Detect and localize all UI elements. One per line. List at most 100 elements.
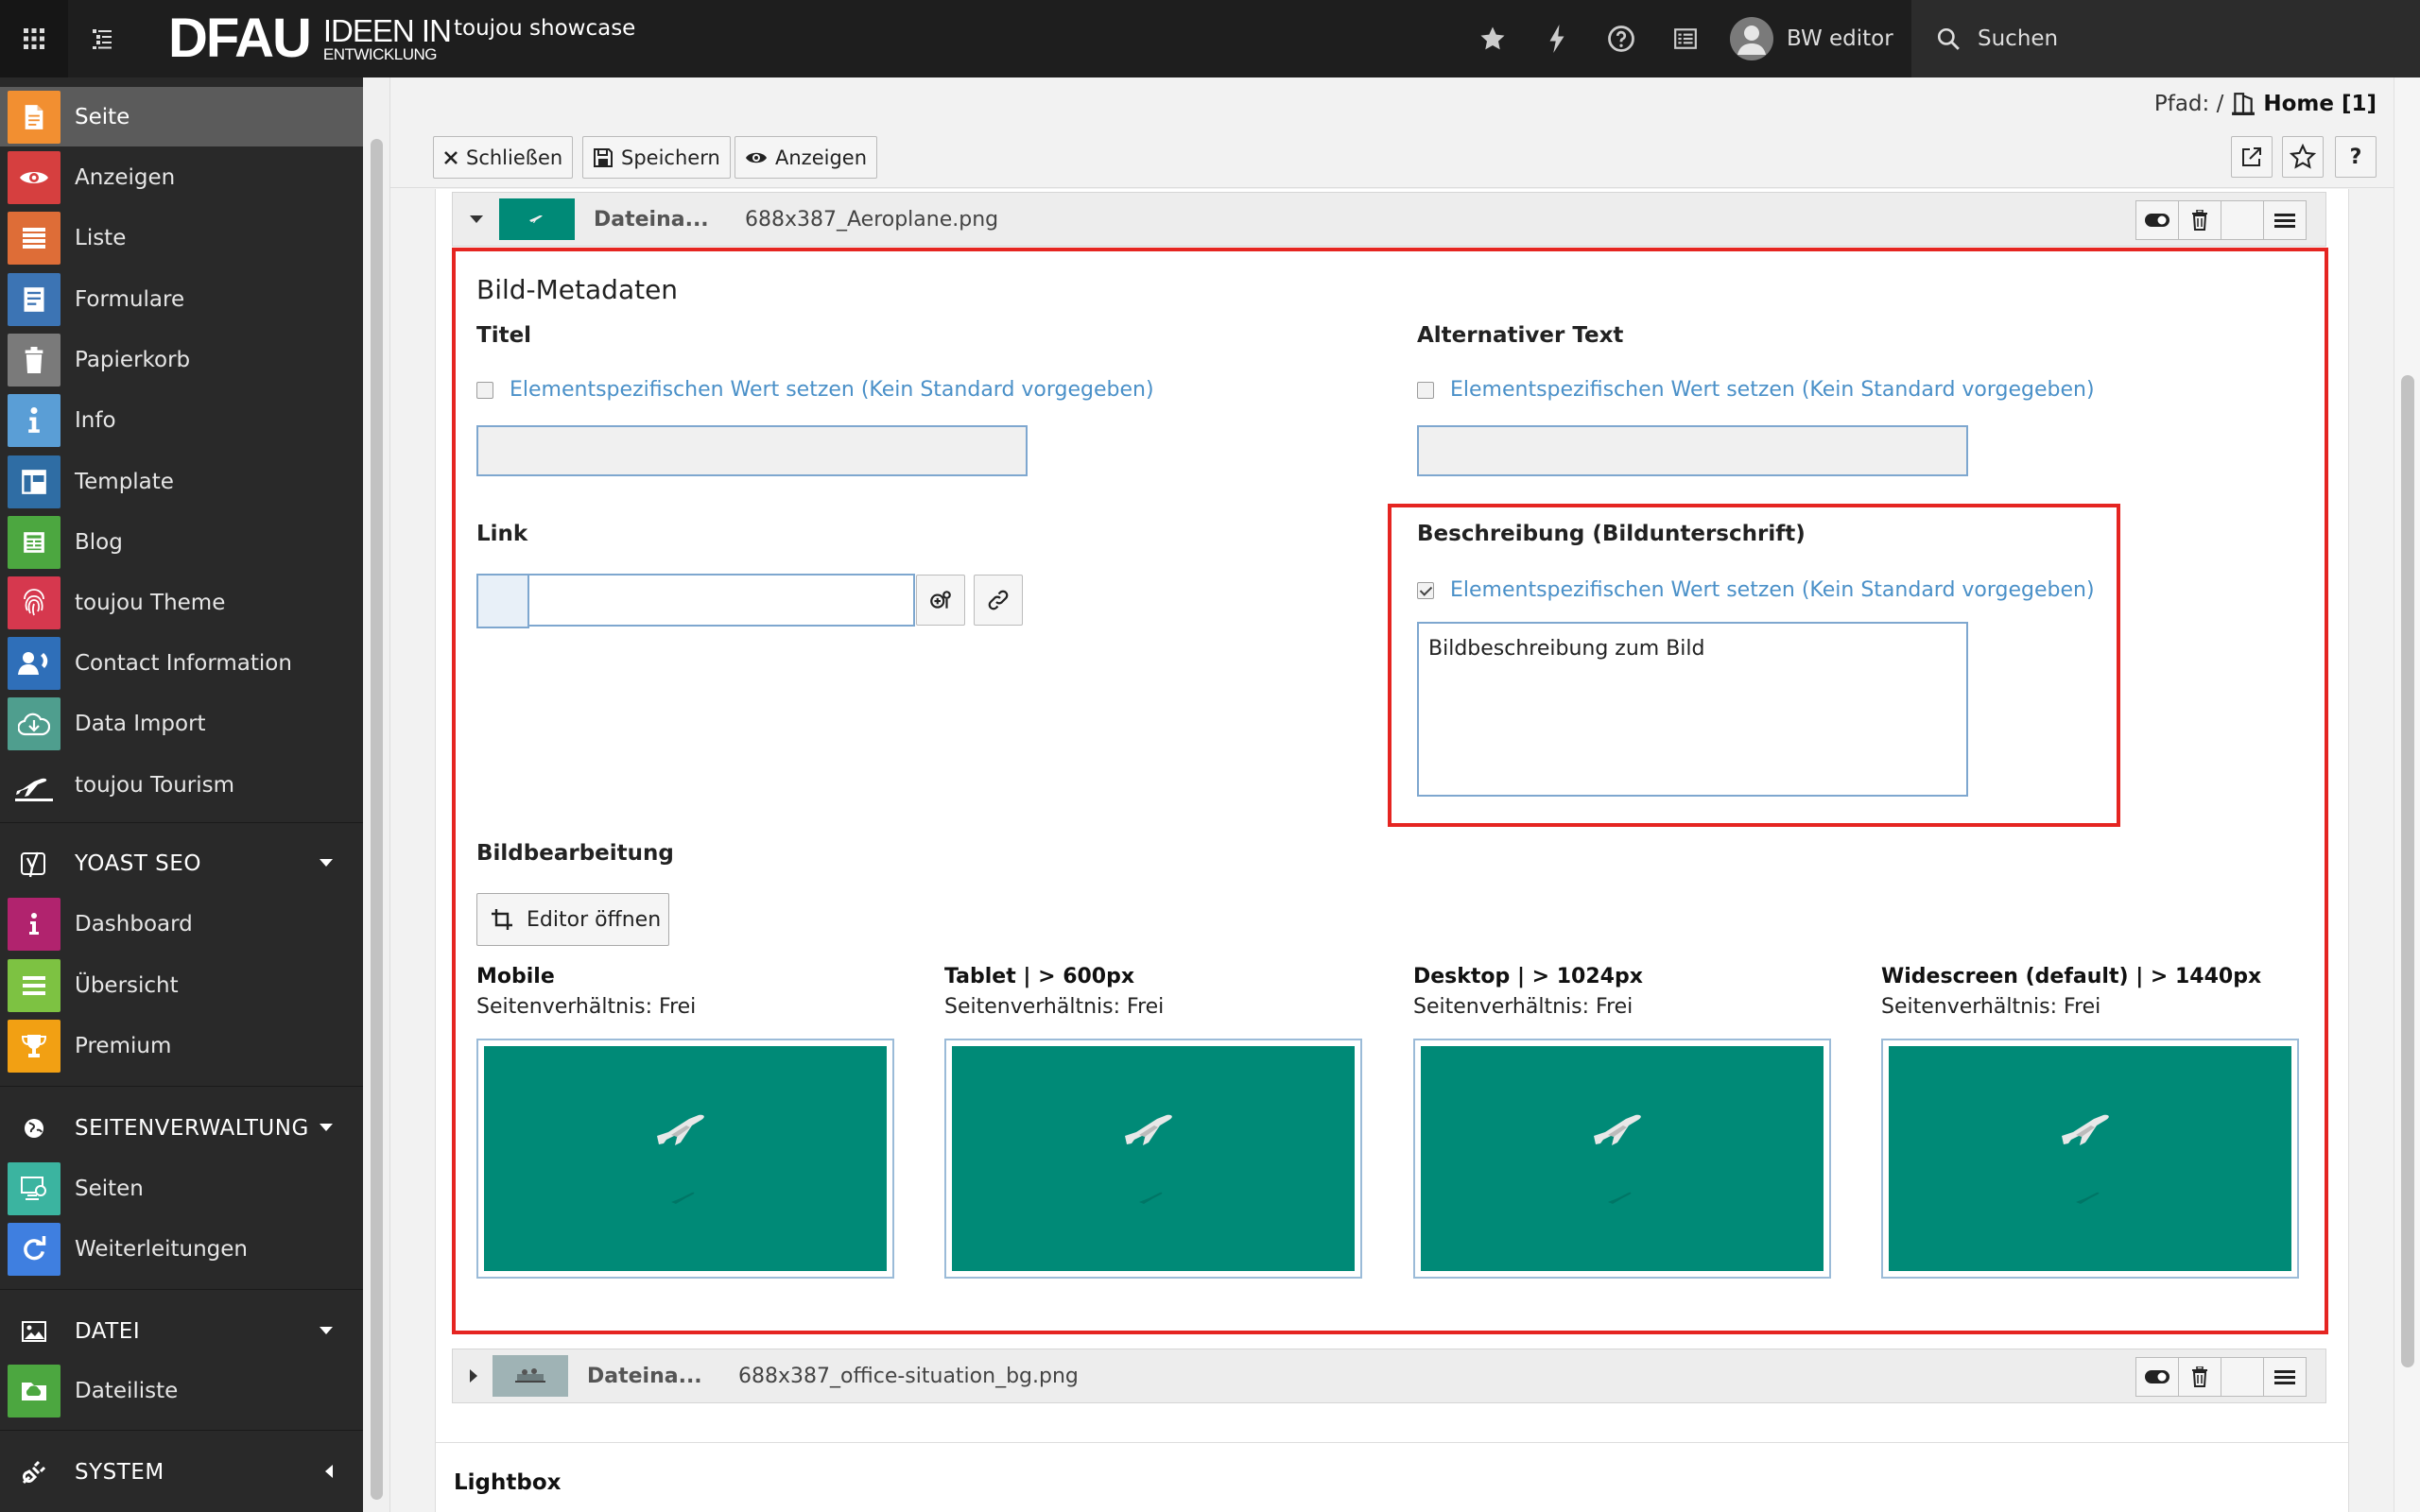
save-label: Speichern: [621, 146, 720, 169]
module-formulare[interactable]: Formulare: [0, 269, 363, 329]
description-label: Beschreibung (Bildunterschrift): [1417, 522, 1806, 546]
page-tree-toggle-icon[interactable]: [68, 0, 136, 77]
link-browser-button[interactable]: [916, 575, 965, 626]
title-input[interactable]: [476, 425, 1028, 476]
link-popup-button[interactable]: [974, 575, 1023, 626]
module-uebersicht[interactable]: Übersicht: [0, 955, 363, 1015]
module-anzeigen[interactable]: Anzeigen: [0, 147, 363, 207]
template-icon: [8, 455, 60, 508]
user-avatar-icon: [1730, 17, 1773, 60]
plane-icon: [8, 758, 60, 812]
module-template[interactable]: Template: [0, 452, 363, 511]
section-divider: [435, 1442, 2349, 1443]
module-blog[interactable]: Blog: [0, 512, 363, 572]
module-liste[interactable]: Liste: [0, 208, 363, 267]
contact-icon: [8, 636, 60, 690]
scrollbar-thumb[interactable]: [2401, 375, 2414, 1367]
variant-tablet-preview[interactable]: [944, 1039, 1362, 1279]
link-input[interactable]: [527, 574, 915, 627]
module-sidebar: Seite Anzeigen Liste Formulare Papierkor…: [0, 77, 363, 1512]
override-text: Elementspezifischen Wert setzen (Kein St…: [510, 378, 1154, 402]
file-reference-header-office[interactable]: Dateina... 688x387_office-situation_bg.p…: [452, 1349, 2326, 1403]
aeroplane-image: [1889, 1046, 2291, 1271]
help-icon[interactable]: [1589, 0, 1653, 77]
alt-text-input[interactable]: [1417, 425, 1968, 476]
delete-button[interactable]: [2178, 1357, 2221, 1397]
module-dashboard[interactable]: Dashboard: [0, 894, 363, 954]
alt-text-label: Alternativer Text: [1417, 323, 1624, 348]
scrollbar-thumb[interactable]: [371, 139, 383, 1500]
toggle-visibility-button[interactable]: [2135, 1357, 2179, 1397]
chevron-down-icon: [320, 1124, 333, 1131]
sidebar-scrollbar[interactable]: [363, 77, 390, 1512]
checkbox-box[interactable]: [1417, 381, 1434, 399]
sidebar-divider: [0, 822, 363, 823]
module-papierkorb[interactable]: Papierkorb: [0, 330, 363, 389]
site-name: toujou showcase: [454, 16, 636, 41]
collapse-arrow-icon[interactable]: [470, 215, 483, 223]
save-icon: [594, 147, 613, 167]
apps-grid-icon[interactable]: [0, 0, 68, 77]
drag-handle[interactable]: [2263, 1357, 2307, 1397]
expand-arrow-icon[interactable]: [470, 1369, 477, 1383]
group-datei[interactable]: DATEI: [0, 1301, 363, 1361]
description-override-checkbox[interactable]: Elementspezifischen Wert setzen (Kein St…: [1417, 578, 2095, 602]
flash-icon[interactable]: [1525, 0, 1589, 77]
group-seitenverwaltung[interactable]: SEITENVERWALTUNG: [0, 1098, 363, 1158]
open-editor-button[interactable]: Editor öffnen: [476, 893, 669, 946]
trash-icon: [2192, 210, 2207, 231]
module-info[interactable]: Info: [0, 390, 363, 450]
delete-button[interactable]: [2178, 200, 2221, 240]
description-textarea[interactable]: Bildbeschreibung zum Bild: [1417, 622, 1968, 797]
module-label: Papierkorb: [75, 347, 191, 372]
module-toujou-theme[interactable]: toujou Theme: [0, 573, 363, 632]
close-label: Schließen: [466, 146, 563, 169]
chevron-down-icon: [320, 1327, 333, 1334]
module-dateiliste[interactable]: Dateiliste: [0, 1361, 363, 1420]
path-page[interactable]: Home [1]: [2263, 92, 2377, 116]
module-seiten[interactable]: Seiten: [0, 1159, 363, 1218]
lightbox-label: Lightbox: [454, 1470, 562, 1495]
toggle-visibility-button[interactable]: [2135, 200, 2179, 240]
variant-desktop-ratio: Seitenverhältnis: Frei: [1413, 995, 1634, 1019]
module-data-import[interactable]: Data Import: [0, 694, 363, 753]
group-yoast-seo[interactable]: YOAST SEO: [0, 833, 363, 893]
star-outline-icon: [2290, 144, 2316, 169]
toggle-icon: [2145, 214, 2169, 227]
dfau-logo[interactable]: DFAU IDEEN IN ENTWICKLUNG: [168, 11, 452, 66]
content-scrollbar[interactable]: [2394, 77, 2420, 1512]
eye-icon: [8, 150, 60, 204]
star-icon[interactable]: [1461, 0, 1525, 77]
image-editing-label: Bildbearbeitung: [476, 841, 674, 866]
group-system[interactable]: SYSTEM: [0, 1442, 363, 1502]
logo-sub-top: IDEEN IN: [322, 13, 452, 48]
open-in-new-window-button[interactable]: [2231, 136, 2273, 178]
module-toujou-tourism[interactable]: toujou Tourism: [0, 755, 363, 815]
bookmark-button[interactable]: [2282, 136, 2324, 178]
override-text: Elementspezifischen Wert setzen (Kein St…: [1450, 378, 2095, 402]
module-premium[interactable]: Premium: [0, 1016, 363, 1075]
variant-widescreen-preview[interactable]: [1881, 1039, 2299, 1279]
save-button[interactable]: Speichern: [582, 136, 731, 179]
view-button[interactable]: Anzeigen: [735, 136, 878, 179]
variant-mobile-preview[interactable]: [476, 1039, 894, 1279]
module-contact-information[interactable]: Contact Information: [0, 633, 363, 693]
variant-desktop-preview[interactable]: [1413, 1039, 1831, 1279]
close-button[interactable]: Schließen: [433, 136, 574, 179]
drag-handle[interactable]: [2263, 200, 2307, 240]
breadcrumb: Pfad: / Home [1]: [2154, 92, 2377, 116]
module-seite[interactable]: Seite: [0, 87, 363, 146]
search-bar[interactable]: Suchen: [1911, 0, 2420, 77]
file-thumbnail: [499, 198, 575, 240]
title-override-checkbox[interactable]: Elementspezifischen Wert setzen (Kein St…: [476, 378, 1154, 402]
checkbox-box-checked[interactable]: [1417, 581, 1434, 599]
file-reference-header-aeroplane[interactable]: Dateina... 688x387_Aeroplane.png: [452, 192, 2326, 247]
module-weiterleitungen[interactable]: Weiterleitungen: [0, 1219, 363, 1279]
list-icon[interactable]: [1653, 0, 1718, 77]
help-button[interactable]: ?: [2335, 136, 2377, 178]
user-menu[interactable]: BW editor: [1730, 0, 1893, 77]
alt-override-checkbox[interactable]: Elementspezifischen Wert setzen (Kein St…: [1417, 378, 2095, 402]
checkbox-box[interactable]: [476, 381, 493, 399]
user-name: BW editor: [1787, 26, 1893, 51]
module-label: Formulare: [75, 286, 185, 312]
